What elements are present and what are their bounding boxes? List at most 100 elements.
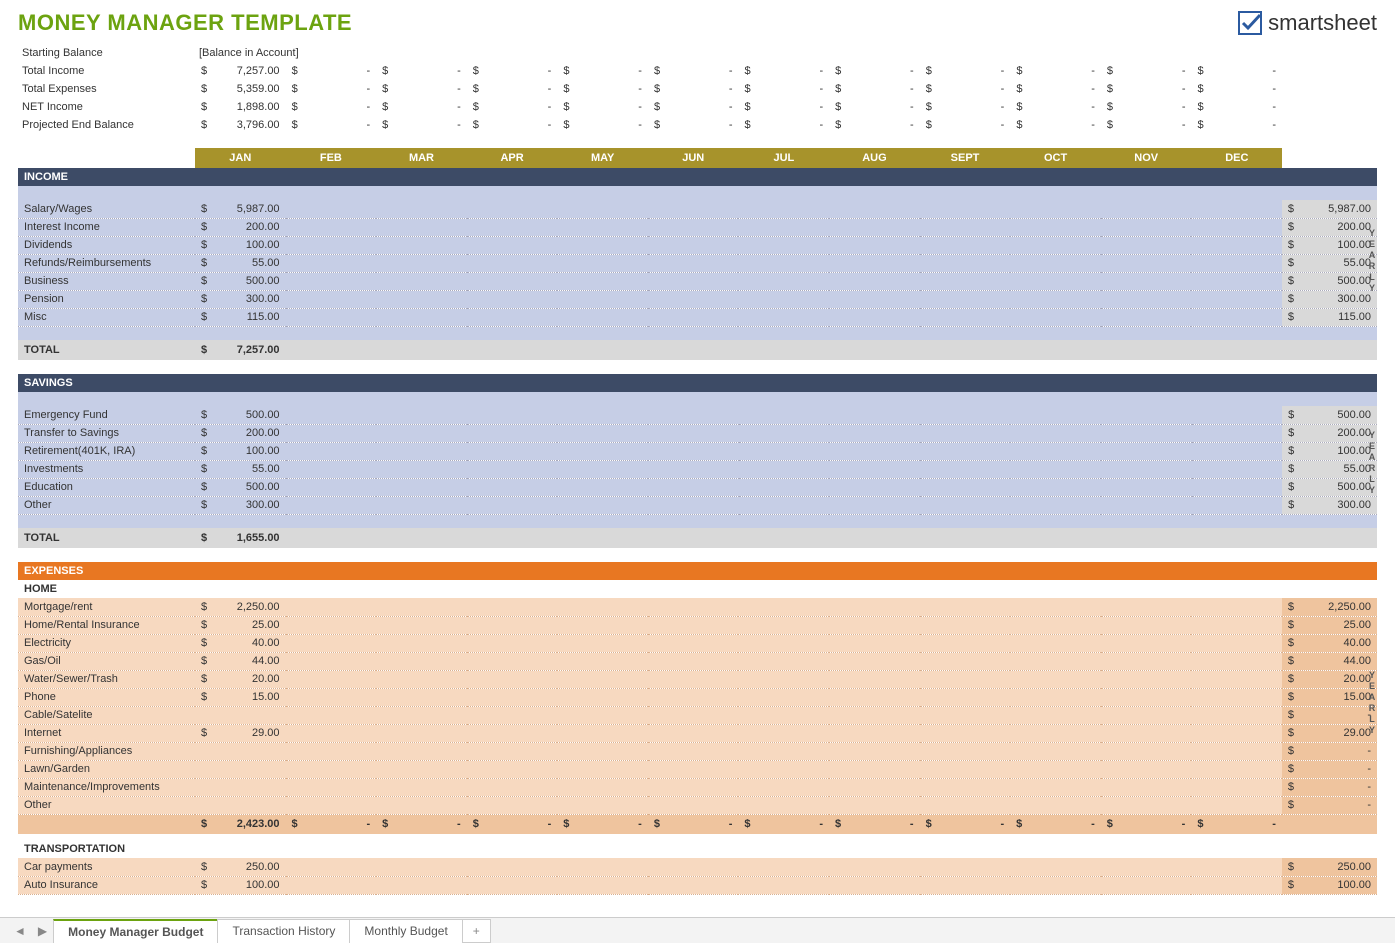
line-item-cell[interactable]: $200.00: [195, 218, 286, 236]
line-item-cell[interactable]: [1101, 442, 1192, 460]
line-item-cell[interactable]: [1191, 858, 1282, 876]
line-item-cell[interactable]: [376, 598, 467, 616]
line-item-cell[interactable]: [648, 670, 739, 688]
line-item-cell[interactable]: [920, 634, 1011, 652]
line-item-cell[interactable]: [920, 760, 1011, 778]
line-item-cell[interactable]: [920, 460, 1011, 478]
line-item-cell[interactable]: [1101, 706, 1192, 724]
line-item-cell[interactable]: [739, 424, 830, 442]
line-item-cell[interactable]: [376, 442, 467, 460]
line-item-cell[interactable]: [738, 254, 829, 272]
line-item-cell[interactable]: [286, 670, 377, 688]
line-item-cell[interactable]: [920, 688, 1011, 706]
line-item-cell[interactable]: [648, 724, 739, 742]
line-item-cell[interactable]: [920, 598, 1011, 616]
summary-cell[interactable]: $-: [1101, 98, 1192, 116]
line-item-cell[interactable]: [739, 478, 830, 496]
line-item-cell[interactable]: $500.00: [195, 272, 286, 290]
line-item-cell[interactable]: [1101, 460, 1192, 478]
line-item-cell[interactable]: [467, 778, 558, 796]
summary-cell[interactable]: $7,257.00: [195, 62, 286, 80]
line-item-cell[interactable]: [648, 652, 739, 670]
line-item-cell[interactable]: [286, 460, 377, 478]
line-item-cell[interactable]: [920, 724, 1011, 742]
line-item-cell[interactable]: [648, 236, 739, 254]
line-item-cell[interactable]: [1010, 742, 1101, 760]
line-item-cell[interactable]: [648, 424, 739, 442]
line-item-cell[interactable]: [1101, 236, 1192, 254]
summary-cell[interactable]: $-: [1101, 62, 1192, 80]
summary-cell[interactable]: $-: [1010, 62, 1101, 80]
add-tab-button[interactable]: +: [462, 919, 491, 943]
line-item-cell[interactable]: [467, 254, 558, 272]
summary-cell[interactable]: $-: [557, 80, 648, 98]
line-item-cell[interactable]: [286, 290, 377, 308]
line-item-cell[interactable]: [829, 706, 920, 724]
line-item-cell[interactable]: [467, 460, 558, 478]
line-item-cell[interactable]: [467, 858, 558, 876]
line-item-cell[interactable]: [648, 272, 739, 290]
line-item-cell[interactable]: [286, 742, 377, 760]
summary-cell[interactable]: $-: [739, 62, 830, 80]
line-item-cell[interactable]: [286, 406, 377, 424]
line-item-cell[interactable]: [286, 254, 377, 272]
line-item-cell[interactable]: [376, 218, 467, 236]
line-item-cell[interactable]: [648, 876, 739, 894]
line-item-cell[interactable]: [648, 200, 739, 218]
line-item-cell[interactable]: [467, 634, 558, 652]
line-item-cell[interactable]: [1101, 272, 1192, 290]
line-item-cell[interactable]: [829, 406, 920, 424]
line-item-cell[interactable]: [1010, 406, 1101, 424]
line-item-cell[interactable]: [1101, 200, 1192, 218]
line-item-cell[interactable]: [286, 272, 377, 290]
line-item-cell[interactable]: [1010, 200, 1101, 218]
line-item-cell[interactable]: [376, 876, 467, 894]
line-item-cell[interactable]: [648, 460, 739, 478]
tab-nav-prev-icon[interactable]: ◄: [8, 924, 32, 938]
line-item-cell[interactable]: [920, 496, 1011, 514]
line-item-cell[interactable]: [920, 218, 1011, 236]
summary-cell[interactable]: $-: [376, 98, 467, 116]
summary-cell[interactable]: $-: [557, 116, 648, 134]
summary-cell[interactable]: $-: [739, 116, 830, 134]
line-item-cell[interactable]: [739, 442, 830, 460]
line-item-cell[interactable]: [920, 706, 1011, 724]
line-item-cell[interactable]: $5,987.00: [195, 200, 286, 218]
summary-cell[interactable]: $-: [648, 62, 739, 80]
line-item-cell[interactable]: [557, 308, 648, 326]
line-item-cell[interactable]: [1101, 670, 1192, 688]
line-item-cell[interactable]: [467, 688, 558, 706]
summary-cell[interactable]: $-: [286, 116, 377, 134]
line-item-cell[interactable]: [1191, 598, 1282, 616]
line-item-cell[interactable]: [557, 236, 648, 254]
summary-cell[interactable]: $-: [739, 80, 830, 98]
summary-cell[interactable]: $-: [829, 116, 920, 134]
line-item-cell[interactable]: [1010, 598, 1101, 616]
summary-cell[interactable]: $-: [1192, 62, 1283, 80]
line-item-cell[interactable]: [467, 796, 558, 814]
line-item-cell[interactable]: [738, 272, 829, 290]
line-item-cell[interactable]: [467, 598, 558, 616]
line-item-cell[interactable]: [648, 496, 739, 514]
line-item-cell[interactable]: [648, 406, 739, 424]
summary-cell[interactable]: $-: [920, 98, 1011, 116]
line-item-cell[interactable]: [1010, 308, 1101, 326]
line-item-cell[interactable]: [1010, 478, 1101, 496]
line-item-cell[interactable]: [467, 236, 558, 254]
line-item-cell[interactable]: [467, 742, 558, 760]
line-item-cell[interactable]: [286, 858, 377, 876]
line-item-cell[interactable]: [738, 706, 829, 724]
line-item-cell[interactable]: [1010, 616, 1101, 634]
line-item-cell[interactable]: [829, 670, 920, 688]
line-item-cell[interactable]: [829, 308, 920, 326]
summary-cell[interactable]: $-: [286, 62, 377, 80]
line-item-cell[interactable]: [557, 858, 648, 876]
line-item-cell[interactable]: [920, 272, 1011, 290]
line-item-cell[interactable]: [467, 442, 558, 460]
line-item-cell[interactable]: $500.00: [195, 406, 286, 424]
line-item-cell[interactable]: [1101, 496, 1192, 514]
line-item-cell[interactable]: [1191, 724, 1282, 742]
line-item-cell[interactable]: [467, 876, 558, 894]
line-item-cell[interactable]: [557, 760, 648, 778]
line-item-cell[interactable]: [738, 796, 829, 814]
